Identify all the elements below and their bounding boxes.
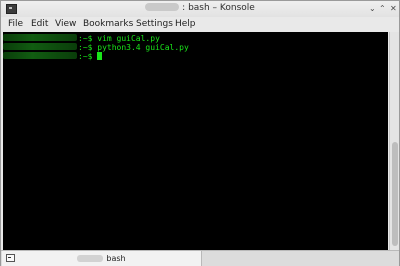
window-title-area: : bash – Konsole: [1, 3, 399, 13]
terminal-line: :~$ python3.4 guiCal.py: [3, 43, 189, 52]
terminal-command: python3.4 guiCal.py: [97, 43, 189, 52]
blurred-hostname: [77, 255, 104, 262]
blurred-user-host: [3, 52, 77, 59]
close-icon[interactable]: ✕: [390, 4, 397, 13]
maximize-icon[interactable]: ⌃: [379, 4, 386, 13]
terminal-prompt: :~$: [78, 52, 98, 61]
tab-label-area: bash: [2, 254, 201, 263]
menu-edit[interactable]: Edit: [31, 19, 48, 29]
menu-help[interactable]: Help: [175, 19, 196, 29]
blurred-hostname: [145, 3, 180, 11]
terminal-command: vim guiCal.py: [97, 34, 160, 43]
window-title: : bash – Konsole: [182, 3, 255, 13]
konsole-window: : bash – Konsole ⌄ ⌃ ✕ File Edit View Bo…: [0, 0, 400, 266]
menu-settings[interactable]: Settings: [136, 19, 173, 29]
tab-bash[interactable]: bash: [2, 251, 202, 266]
menu-view[interactable]: View: [55, 19, 76, 29]
menu-bar: File Edit View Bookmarks Settings Help: [1, 17, 399, 32]
menu-file[interactable]: File: [8, 19, 23, 29]
terminal-view[interactable]: :~$ vim guiCal.py :~$ python3.4 guiCal.p…: [3, 32, 388, 250]
tab-label: bash: [106, 254, 126, 263]
title-bar[interactable]: : bash – Konsole ⌄ ⌃ ✕: [1, 1, 399, 17]
minimize-icon[interactable]: ⌄: [369, 4, 376, 13]
blurred-user-host: [3, 34, 77, 41]
terminal-prompt: :~$: [78, 34, 98, 43]
terminal-prompt: :~$: [78, 43, 98, 52]
blurred-user-host: [3, 43, 77, 50]
tab-bar: bash: [1, 250, 399, 266]
text-cursor: [97, 52, 103, 60]
scrollbar-thumb[interactable]: [392, 142, 398, 246]
menu-bookmarks[interactable]: Bookmarks: [83, 19, 133, 29]
terminal-scrollbar[interactable]: [389, 32, 399, 250]
terminal-line: :~$: [3, 52, 103, 61]
terminal-line: :~$ vim guiCal.py: [3, 34, 160, 43]
